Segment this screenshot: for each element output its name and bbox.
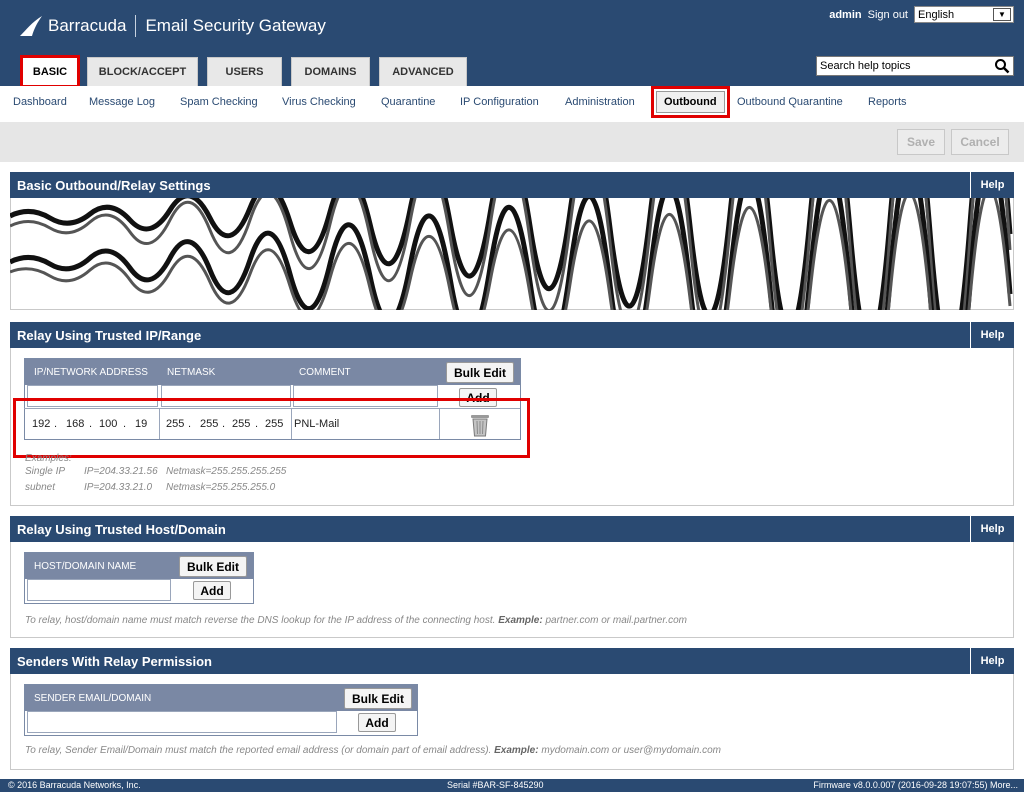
bulk-edit-button[interactable]: Bulk Edit [446,362,514,383]
sender-email-note: To relay, Sender Email/Domain must match… [25,745,721,756]
tab-block-accept[interactable]: BLOCK/ACCEPT [87,57,198,86]
column-netmask: NETMASK [167,367,216,378]
section-title: Relay Using Trusted Host/Domain [17,521,226,537]
column-sender-email: SENDER EMAIL/DOMAIN [34,693,152,704]
example-ip: IP=204.33.21.0 [84,482,153,493]
section-basic-outbound-header: Basic Outbound/Relay Settings Help [10,172,1014,198]
app-header: Barracuda Email Security Gateway admin S… [0,0,1024,88]
table-header: IP/NETWORK ADDRESS NETMASK COMMENT Bulk … [25,359,520,385]
tab-domains[interactable]: DOMAINS [291,57,370,86]
subnav-message-log[interactable]: Message Log [89,96,155,108]
example-type: subnet [25,482,56,493]
note-text: To relay, host/domain name must match re… [25,615,496,626]
section-title: Basic Outbound/Relay Settings [17,177,211,193]
help-button[interactable]: Help [970,516,1014,542]
subnav-administration[interactable]: Administration [565,96,635,108]
example-netmask: Netmask=255.255.255.255 [166,466,287,477]
bulk-edit-button[interactable]: Bulk Edit [179,556,247,577]
username: admin [829,8,862,21]
subnav-spam-checking[interactable]: Spam Checking [180,96,258,108]
search-icon [995,59,1010,74]
bulk-edit-button[interactable]: Bulk Edit [344,688,412,709]
tab-basic[interactable]: BASIC [20,55,80,88]
redacted-content [10,198,1013,310]
help-button[interactable]: Help [970,172,1014,198]
subnav-reports[interactable]: Reports [868,96,907,108]
product-name: Email Security Gateway [145,16,326,35]
sub-navigation: Dashboard Message Log Spam Checking Viru… [0,86,1024,122]
subnav-outbound-quarantine[interactable]: Outbound Quarantine [737,96,843,108]
note-example: partner.com or mail.partner.com [545,615,687,626]
table-header: HOST/DOMAIN NAME Bulk Edit [25,553,253,579]
sender-email-input[interactable] [27,711,337,733]
save-button[interactable]: Save [897,129,945,155]
column-ip-address: IP/NETWORK ADDRESS [34,367,148,378]
example-ip: IP=204.33.21.56 [84,466,158,477]
user-bar: admin Sign out English ▼ [829,6,1014,23]
barracuda-logo-icon [20,16,42,36]
note-text: To relay, Sender Email/Domain must match… [25,745,492,756]
help-search-placeholder: Search help topics [820,60,911,72]
subnav-ip-configuration[interactable]: IP Configuration [460,96,539,108]
section-title: Senders With Relay Permission [17,653,212,669]
example-type: Single IP [25,466,66,477]
help-search-input[interactable]: Search help topics [816,56,1014,76]
cancel-button[interactable]: Cancel [951,129,1009,155]
brand-name: Barracuda [48,16,127,35]
examples-label: Examples: [25,453,72,464]
chevron-down-icon: ▼ [993,8,1011,21]
highlight-box [13,398,530,458]
logo: Barracuda Email Security Gateway [18,14,326,38]
sign-out-link[interactable]: Sign out [868,9,908,21]
host-domain-input[interactable] [27,579,171,601]
host-domain-note: To relay, host/domain name must match re… [25,615,687,626]
logo-divider [135,15,137,37]
section-trusted-ip-header: Relay Using Trusted IP/Range Help [10,322,1014,348]
table-header: SENDER EMAIL/DOMAIN Bulk Edit [25,685,417,711]
serial-number: Serial #BAR-SF-845290 [447,780,544,790]
language-select[interactable]: English ▼ [914,6,1014,23]
main-tabs: BASIC BLOCK/ACCEPT USERS DOMAINS ADVANCE… [20,55,476,88]
tab-users[interactable]: USERS [207,57,282,86]
language-value: English [918,8,955,21]
subnav-outbound[interactable]: Outbound [651,86,730,118]
action-toolbar: Save Cancel [0,122,1024,162]
firmware-version[interactable]: Firmware v8.0.0.007 (2016-09-28 19:07:55… [813,780,1018,790]
note-example-label: Example: [498,615,543,626]
section-senders-header: Senders With Relay Permission Help [10,648,1014,674]
section-trusted-host-header: Relay Using Trusted Host/Domain Help [10,516,1014,542]
footer: © 2016 Barracuda Networks, Inc. Serial #… [0,779,1024,792]
copyright: © 2016 Barracuda Networks, Inc. [8,780,141,790]
section-title: Relay Using Trusted IP/Range [17,327,202,343]
subnav-quarantine[interactable]: Quarantine [381,96,435,108]
help-button[interactable]: Help [970,322,1014,348]
tab-advanced[interactable]: ADVANCED [379,57,467,86]
note-example-label: Example: [494,745,539,756]
help-button[interactable]: Help [970,648,1014,674]
note-example: mydomain.com or user@mydomain.com [541,745,722,756]
subnav-dashboard[interactable]: Dashboard [13,96,67,108]
column-comment: COMMENT [299,367,351,378]
add-button[interactable]: Add [193,581,231,600]
add-button[interactable]: Add [358,713,396,732]
column-host-domain: HOST/DOMAIN NAME [34,561,137,572]
subnav-virus-checking[interactable]: Virus Checking [282,96,356,108]
example-netmask: Netmask=255.255.255.0 [166,482,276,493]
